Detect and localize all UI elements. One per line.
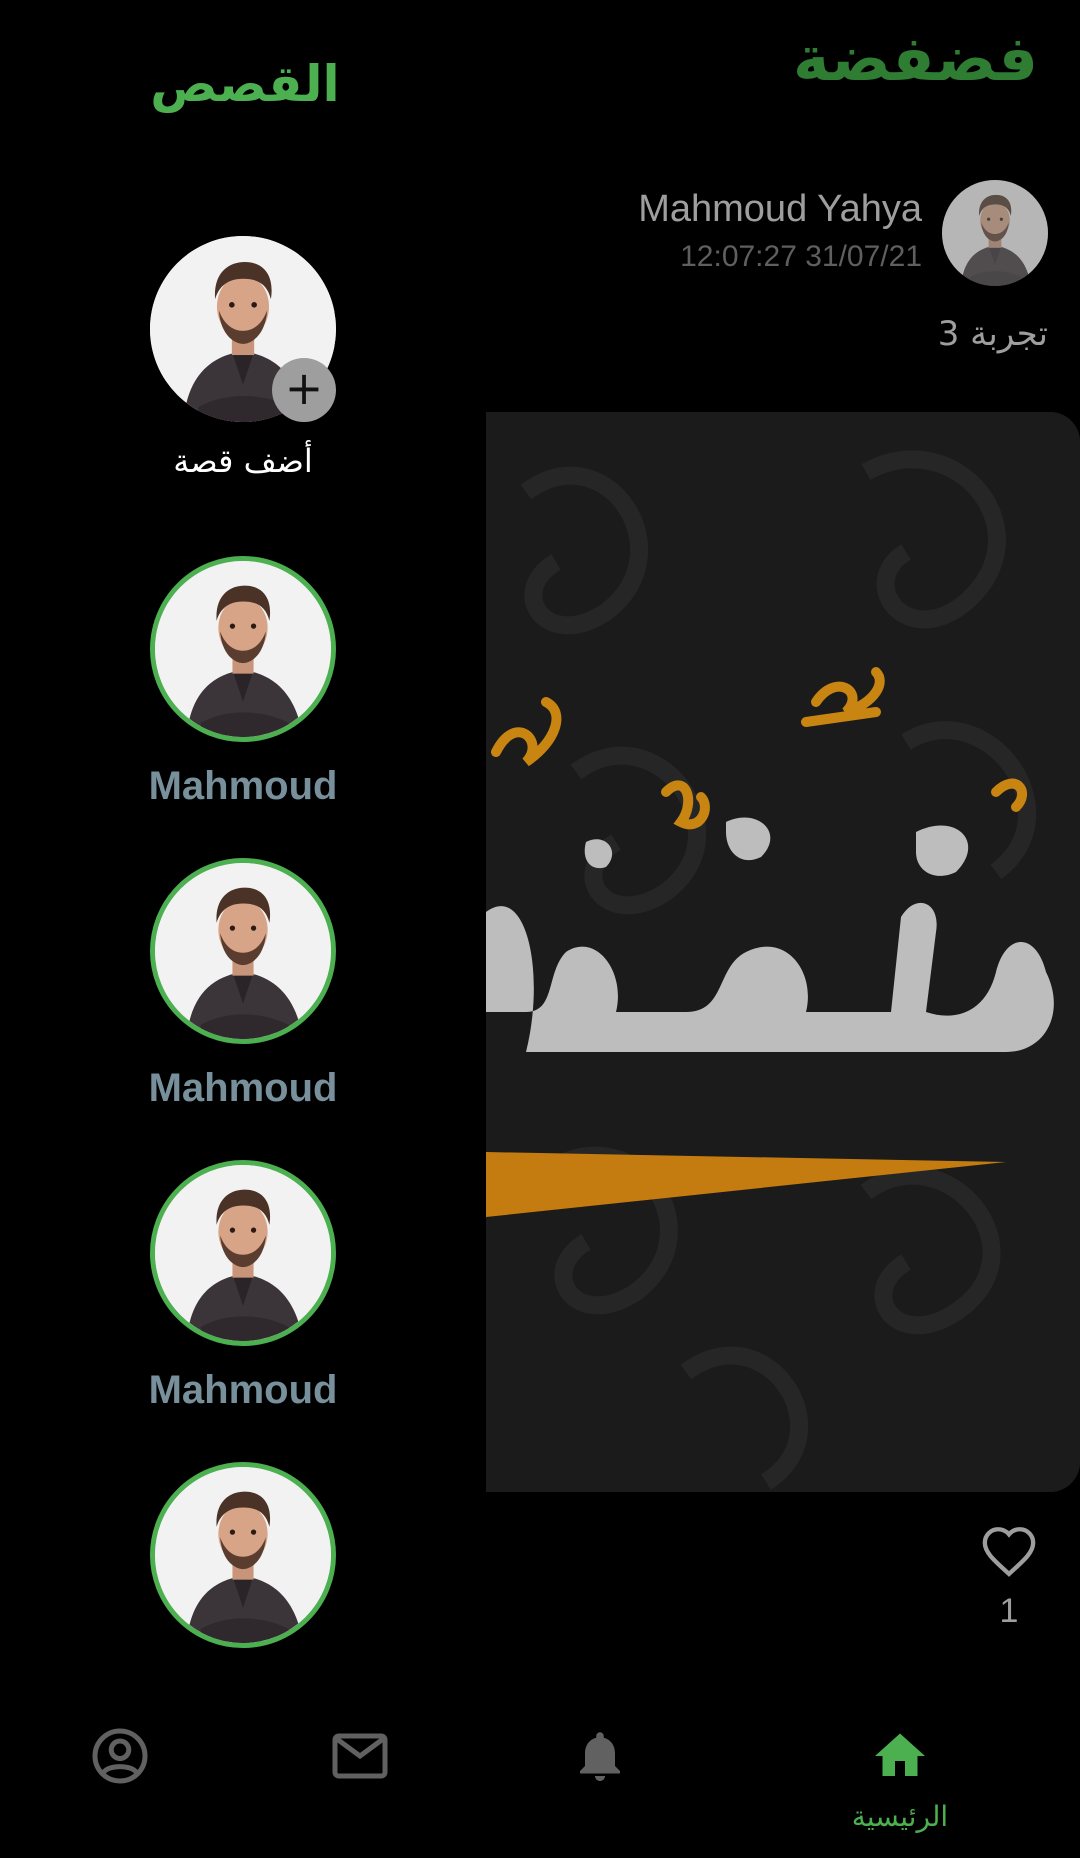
story-name: Mahmoud [148,764,338,808]
add-story-plus-icon[interactable]: + [272,358,336,422]
nav-profile[interactable] [45,1700,195,1858]
app-title: فضفضة [792,22,1038,95]
story-avatar[interactable] [150,556,336,742]
mail-icon [332,1733,388,1779]
profile-icon [92,1728,148,1784]
nav-messages[interactable] [285,1700,435,1858]
heart-icon [982,1527,1036,1577]
app-screen: فضفضة Mahmoud Yahya 12:07:27 31/07/21 تج… [0,0,1080,1858]
story-avatar[interactable] [150,1160,336,1346]
story-item[interactable]: Mahmoud [149,556,337,808]
story-name: Mahmoud [148,1066,338,1110]
post-author-avatar[interactable] [942,180,1048,286]
story-item[interactable]: Mahmoud [149,1160,337,1412]
add-story-item[interactable]: + أضف قصة [150,236,336,480]
post-timestamp: 12:07:27 31/07/21 [680,240,922,273]
home-icon [875,1733,925,1776]
nav-notifications[interactable] [525,1700,675,1858]
bottom-navigation: الرئيسية [0,1700,1080,1858]
nav-home-label: الرئيسية [851,1800,949,1833]
story-avatar[interactable] [150,1462,336,1648]
post-image-artwork [486,412,1080,1492]
post-image[interactable] [486,412,1080,1492]
nav-home[interactable]: الرئيسية [825,1700,975,1858]
post-author-name[interactable]: Mahmoud Yahya [638,188,922,231]
story-avatar[interactable] [150,858,336,1044]
stories-panel: القصص + أضف قصة Mahmoud Mahmoud Mahmoud [0,0,486,1700]
add-story-label: أضف قصة [173,442,313,480]
post-text: تجربة 3 [937,314,1048,354]
stories-title: القصص [150,55,340,113]
bell-icon [580,1732,620,1781]
story-item[interactable]: Mahmoud [149,858,337,1110]
like-button[interactable] [980,1524,1038,1578]
like-count: 1 [999,1592,1019,1630]
story-item[interactable] [150,1462,336,1648]
story-name: Mahmoud [148,1368,338,1412]
